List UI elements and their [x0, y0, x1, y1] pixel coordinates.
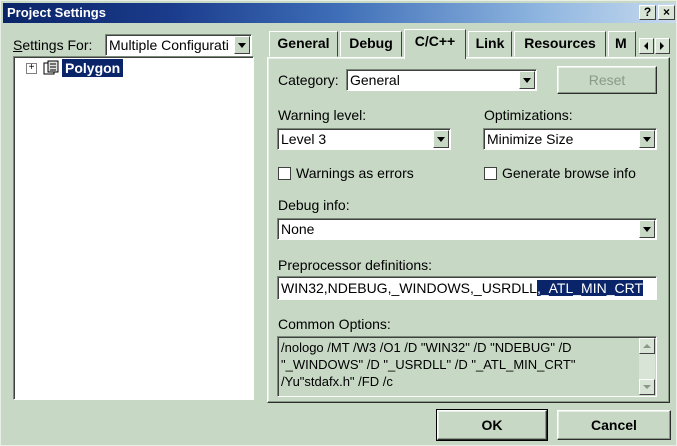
chevron-down-icon[interactable] — [639, 220, 655, 238]
common-options-line: "_WINDOWS" /D "_USRDLL" /D "_ATL_MIN_CRT… — [281, 357, 576, 372]
tab-resources[interactable]: Resources — [514, 31, 606, 57]
common-options-line: /nologo /MT /W3 /O1 /D "WIN32" /D "NDEBU… — [281, 340, 572, 355]
category-label: Category: — [278, 72, 339, 88]
warning-level-value: Level 3 — [281, 131, 327, 147]
chevron-down-icon[interactable] — [433, 130, 449, 148]
arrow-down-icon — [643, 385, 651, 389]
chevron-down-icon[interactable] — [519, 71, 535, 89]
common-options-scrollbar[interactable] — [639, 338, 655, 395]
title-bar[interactable]: Project Settings ? × — [3, 3, 676, 23]
warnings-as-errors-label: Warnings as errors — [296, 165, 414, 181]
tab-debug[interactable]: Debug — [340, 31, 402, 57]
ok-button[interactable]: OK — [436, 409, 548, 441]
tab-scroll-left[interactable] — [639, 38, 654, 54]
cancel-button[interactable]: Cancel — [557, 410, 671, 440]
optimizations-value: Minimize Size — [487, 131, 574, 147]
debug-info-combo[interactable]: None — [277, 218, 657, 240]
settings-for-combo[interactable]: Multiple Configurati — [105, 34, 252, 56]
help-button[interactable]: ? — [639, 5, 656, 20]
window-title: Project Settings — [7, 5, 106, 20]
chevron-down-icon[interactable] — [639, 130, 655, 148]
chevron-down-icon[interactable] — [234, 36, 250, 54]
tab-c-cpp[interactable]: C/C++ — [404, 29, 466, 59]
warning-level-label: Warning level: — [278, 107, 367, 123]
common-options-line: /Yu"stdafx.h" /FD /c — [281, 374, 393, 389]
debug-info-label: Debug info: — [278, 197, 350, 213]
settings-for-label: Settings For: — [13, 37, 93, 53]
preprocessor-label: Preprocessor definitions: — [278, 257, 433, 273]
tree-item-polygon[interactable]: Polygon — [62, 59, 124, 77]
preprocessor-input[interactable]: WIN32,NDEBUG,_WINDOWS,_USRDLL,_ATL_MIN_C… — [277, 276, 657, 300]
optimizations-combo[interactable]: Minimize Size — [483, 128, 657, 150]
project-tree[interactable]: + Polygon — [13, 56, 254, 400]
warnings-as-errors-checkbox[interactable] — [278, 167, 291, 180]
tree-expander-icon[interactable]: + — [26, 63, 37, 74]
arrow-left-icon — [644, 42, 648, 50]
project-icon — [43, 60, 59, 75]
warning-level-combo[interactable]: Level 3 — [277, 128, 451, 150]
arrow-right-icon — [660, 42, 664, 50]
preprocessor-value: WIN32,NDEBUG,_WINDOWS,_USRDLL,_ATL_MIN_C… — [281, 280, 644, 296]
optimizations-label: Optimizations: — [484, 107, 573, 123]
arrow-up-icon — [643, 344, 651, 348]
tab-more[interactable]: M — [608, 31, 636, 57]
scroll-down-button[interactable] — [639, 379, 655, 395]
tab-scroll-right[interactable] — [655, 38, 670, 54]
category-combo[interactable]: General — [346, 69, 537, 91]
preprocessor-value-selected: ,_ATL_MIN_CRT — [536, 280, 644, 296]
tab-link[interactable]: Link — [468, 31, 512, 57]
close-button[interactable]: × — [658, 5, 675, 20]
scroll-up-button[interactable] — [639, 338, 655, 354]
common-options-text: /nologo /MT /W3 /O1 /D "WIN32" /D "NDEBU… — [281, 339, 575, 390]
common-options-label: Common Options: — [278, 316, 391, 332]
tab-general[interactable]: General — [269, 31, 338, 57]
reset-button[interactable]: Reset — [557, 66, 657, 94]
generate-browse-checkbox[interactable] — [484, 167, 497, 180]
generate-browse-label: Generate browse info — [502, 165, 636, 181]
project-settings-dialog: Project Settings ? × Settings For: Multi… — [0, 0, 677, 446]
preprocessor-value-plain: WIN32,NDEBUG,_WINDOWS,_USRDLL — [281, 280, 537, 296]
common-options-box[interactable]: /nologo /MT /W3 /O1 /D "WIN32" /D "NDEBU… — [277, 336, 657, 397]
settings-for-value: Multiple Configurati — [109, 37, 229, 53]
debug-info-value: None — [281, 221, 315, 237]
category-value: General — [350, 72, 400, 88]
